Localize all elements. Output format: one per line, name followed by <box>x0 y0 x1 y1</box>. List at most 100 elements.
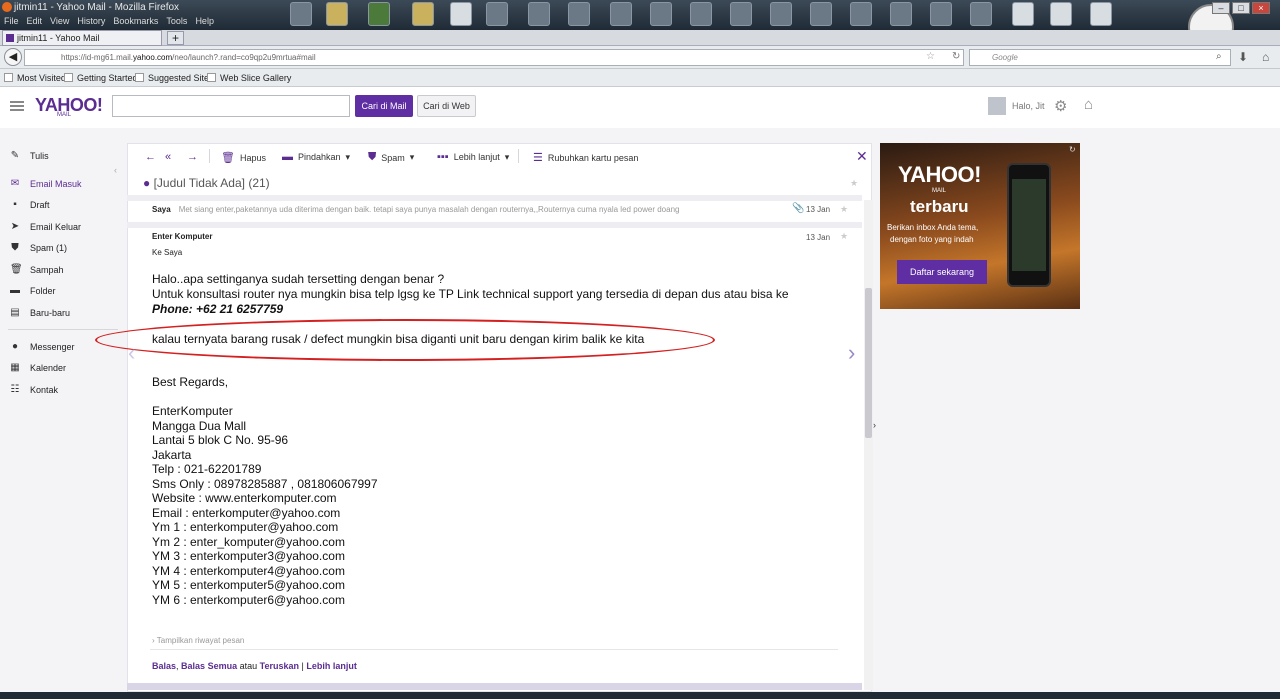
delete-button[interactable]: 🗑 Hapus <box>221 151 266 164</box>
desktop-icon[interactable] <box>890 2 912 26</box>
download-icon[interactable]: ⬇ <box>1238 50 1248 64</box>
desktop-icon[interactable] <box>730 2 752 26</box>
star-icon[interactable]: ★ <box>850 178 858 189</box>
desktop-icon[interactable] <box>650 2 672 26</box>
search-mail-button[interactable]: Cari di Mail <box>355 95 413 117</box>
menu-icon[interactable] <box>10 101 24 111</box>
sidebar-item-drafts[interactable]: ▪ Draft <box>10 199 49 210</box>
bookmark-star-icon[interactable]: ☆ <box>926 51 935 62</box>
forward-arrow-button[interactable]: → <box>187 151 198 163</box>
address-bar[interactable]: https://id-mg61.mail.yahoo.com/neo/launc… <box>24 49 964 66</box>
maximize-button[interactable]: □ <box>1232 2 1250 14</box>
sidebar-item-trash[interactable]: 🗑 Sampah <box>10 264 64 275</box>
desktop-icon[interactable] <box>690 2 712 26</box>
reply-all-link[interactable]: Balas Semua <box>181 661 237 671</box>
new-tab-button[interactable]: + <box>167 31 184 45</box>
desktop-icon[interactable] <box>970 2 992 26</box>
user-greeting[interactable]: Halo, Jit <box>1012 101 1045 111</box>
desktop-icon[interactable] <box>1050 2 1072 26</box>
sidebar-item-sent[interactable]: ➤ Email Keluar <box>10 221 81 232</box>
bookmark-web-slice-gallery[interactable]: Web Slice Gallery <box>207 73 291 83</box>
desktop-icon[interactable] <box>610 2 632 26</box>
menu-tools[interactable]: Tools <box>166 16 187 26</box>
desktop-icon[interactable] <box>528 2 550 26</box>
desktop-icon[interactable] <box>810 2 832 26</box>
search-icon[interactable]: ⌕ <box>1216 51 1222 62</box>
close-icon[interactable]: ✕ <box>856 148 868 165</box>
reply-link[interactable]: Balas <box>152 661 176 671</box>
sidebar-item-calendar[interactable]: ▦ Kalender <box>10 362 66 373</box>
recent-icon: ▤ <box>10 307 20 318</box>
home-icon[interactable]: ⌂ <box>1084 96 1093 113</box>
back-button[interactable]: ◀ <box>4 48 22 66</box>
desktop-icon[interactable] <box>368 2 390 26</box>
ad-refresh-icon[interactable]: ↻ <box>1069 145 1076 154</box>
trash-icon: 🗑 <box>221 152 235 164</box>
desktop-icon[interactable] <box>1090 2 1112 26</box>
avatar[interactable] <box>988 97 1006 115</box>
inbox-icon: ✉ <box>10 178 20 189</box>
home-icon[interactable]: ⌂ <box>1262 50 1269 64</box>
sidebar-item-compose[interactable]: ✎ Tulis <box>10 150 49 161</box>
firefox-icon <box>2 2 12 12</box>
bookmark-suggested-sites[interactable]: Suggested Sites <box>135 73 214 83</box>
menu-view[interactable]: View <box>50 16 69 26</box>
scrollbar[interactable] <box>864 200 873 690</box>
sidebar-item-contacts[interactable]: ☷ Kontak <box>10 384 59 395</box>
mail-search-input[interactable] <box>112 95 350 117</box>
close-window-button[interactable]: × <box>1252 2 1270 14</box>
collapse-cards-button[interactable]: ☰ Rubuhkan kartu pesan <box>533 151 638 164</box>
desktop-icon[interactable] <box>770 2 792 26</box>
sidebar-item-inbox[interactable]: ✉ Email Masuk <box>10 178 82 189</box>
ad-logo: YAHOO! <box>898 162 981 187</box>
menu-history[interactable]: History <box>77 16 105 26</box>
collapse-sidebar-icon[interactable]: ‹ <box>114 165 117 175</box>
spam-button[interactable]: ⛊ Spam ▾ <box>368 151 414 164</box>
shield-icon: ⛊ <box>368 151 377 163</box>
desktop-icon[interactable] <box>850 2 872 26</box>
more-button[interactable]: ▪▪▪ Lebih lanjut ▾ <box>437 151 509 163</box>
desktop-icon[interactable] <box>1012 2 1034 26</box>
expand-right-icon[interactable]: › <box>873 420 876 430</box>
menu-bookmarks[interactable]: Bookmarks <box>113 16 158 26</box>
browser-search-field[interactable]: Google <box>969 49 1231 66</box>
scrollbar-thumb[interactable] <box>865 288 872 438</box>
reply-all-arrow-button[interactable]: « <box>165 151 171 163</box>
menu-help[interactable]: Help <box>195 16 214 26</box>
desktop-icon[interactable] <box>326 2 348 26</box>
star-icon[interactable]: ★ <box>840 231 848 242</box>
star-icon[interactable]: ★ <box>840 204 848 215</box>
desktop-icon[interactable] <box>568 2 590 26</box>
desktop-icon[interactable] <box>450 2 472 26</box>
desktop-icon[interactable] <box>930 2 952 26</box>
more-link[interactable]: Lebih lanjut <box>306 661 357 671</box>
reload-icon[interactable]: ↻ <box>952 51 960 62</box>
highlight-oval <box>95 319 715 361</box>
menu-edit[interactable]: Edit <box>27 16 43 26</box>
message-sender[interactable]: Enter Komputer <box>152 232 212 241</box>
next-message-icon[interactable]: › <box>848 340 855 366</box>
desktop-icon[interactable] <box>412 2 434 26</box>
desktop-icon[interactable] <box>486 2 508 26</box>
back-arrow-button[interactable]: ← <box>145 151 156 163</box>
toolbar-divider <box>518 149 519 163</box>
move-button[interactable]: ▬ Pindahkan ▾ <box>282 151 350 163</box>
bookmark-getting-started[interactable]: Getting Started <box>64 73 138 83</box>
tab-yahoo-mail[interactable]: jitmin11 - Yahoo Mail <box>2 30 162 46</box>
sidebar-item-folders[interactable]: ▬ Folder <box>10 285 56 296</box>
divider <box>150 649 838 650</box>
gear-icon[interactable]: ⚙ <box>1054 97 1067 115</box>
menu-file[interactable]: File <box>4 16 19 26</box>
sidebar-item-spam[interactable]: ⛊ Spam (1) <box>10 242 67 253</box>
sidebar-item-messenger[interactable]: ● Messenger <box>10 341 75 352</box>
bookmark-most-visited[interactable]: Most Visited <box>4 73 66 83</box>
forward-link[interactable]: Teruskan <box>260 661 299 671</box>
sidebar-item-recent[interactable]: ▤ Baru-baru <box>10 307 70 318</box>
previous-message-icon[interactable]: ‹ <box>128 340 135 366</box>
minimize-button[interactable]: – <box>1212 2 1230 14</box>
search-web-button[interactable]: Cari di Web <box>417 95 476 117</box>
show-history-link[interactable]: › Tampilkan riwayat pesan <box>152 636 244 645</box>
desktop-icon[interactable] <box>290 2 312 26</box>
ad-signup-button[interactable]: Daftar sekarang <box>897 260 987 284</box>
collapsed-message-row[interactable]: Saya Met siang enter,paketannya uda diter… <box>152 205 728 214</box>
